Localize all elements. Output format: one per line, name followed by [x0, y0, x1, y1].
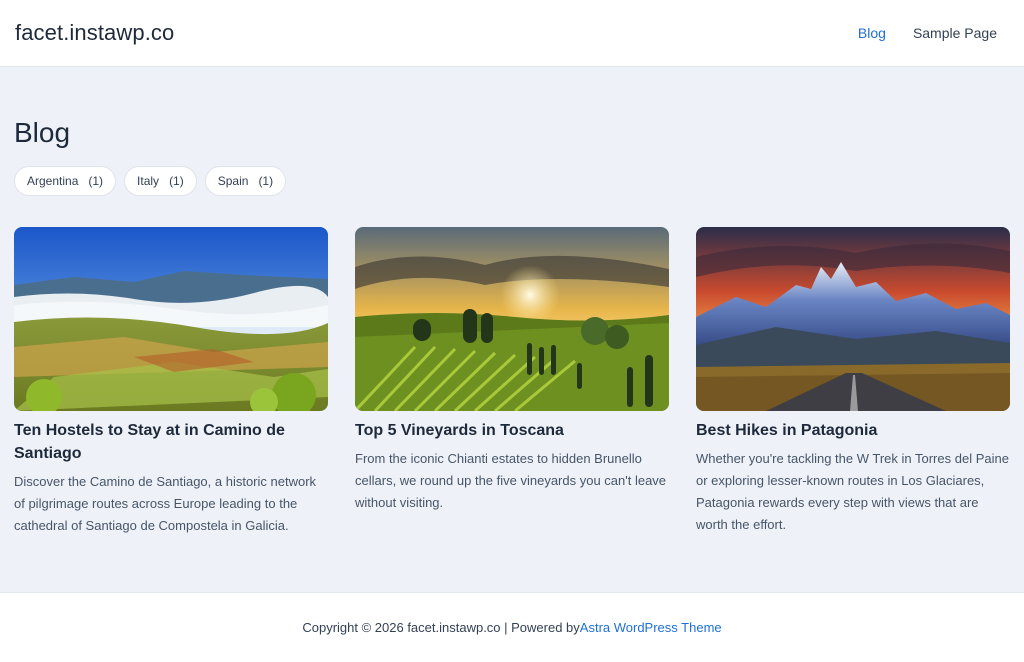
facet-italy[interactable]: Italy (1)	[124, 166, 197, 196]
post-excerpt: From the iconic Chianti estates to hidde…	[355, 451, 667, 510]
post-card: Top 5 Vineyards in Toscana From the icon…	[355, 227, 669, 537]
facet-count: (1)	[258, 174, 274, 188]
facet-argentina[interactable]: Argentina (1)	[14, 166, 117, 196]
post-thumbnail-patagonia[interactable]	[696, 227, 1010, 411]
post-card: Ten Hostels to Stay at in Camino de Sant…	[14, 227, 328, 537]
facet-label: Italy	[137, 174, 160, 188]
facet-filter-list: Argentina (1) Italy (1) Spain (1)	[14, 166, 1010, 196]
post-card: Best Hikes in Patagonia Whether you're t…	[696, 227, 1010, 537]
post-excerpt: Discover the Camino de Santiago, a histo…	[14, 474, 317, 533]
facet-label: Spain	[217, 174, 249, 188]
post-title[interactable]: Best Hikes in Patagonia	[696, 419, 1010, 442]
footer-theme-link[interactable]: Astra WordPress Theme	[580, 620, 722, 635]
post-excerpt: Whether you're tackling the W Trek in To…	[696, 451, 1009, 532]
site-title[interactable]: facet.instawp.co	[15, 20, 174, 46]
post-title[interactable]: Ten Hostels to Stay at in Camino de Sant…	[14, 419, 328, 465]
post-title[interactable]: Top 5 Vineyards in Toscana	[355, 419, 669, 442]
facet-spain[interactable]: Spain (1)	[204, 166, 287, 196]
facet-count: (1)	[88, 174, 104, 188]
nav-item-sample-page[interactable]: Sample Page	[913, 25, 997, 41]
site-header: facet.instawp.co Blog Sample Page	[0, 0, 1024, 67]
nav-item-blog[interactable]: Blog	[858, 25, 886, 41]
post-thumbnail-toscana[interactable]	[355, 227, 669, 411]
site-footer: Copyright © 2026 facet.instawp.co | Powe…	[0, 592, 1024, 662]
post-grid: Ten Hostels to Stay at in Camino de Sant…	[14, 227, 1010, 537]
main-nav: Blog Sample Page	[858, 25, 1009, 41]
facet-count: (1)	[169, 174, 184, 188]
post-thumbnail-camino[interactable]	[14, 227, 328, 411]
page-title: Blog	[14, 117, 71, 148]
main-content: Blog Argentina (1) Italy (1) Spain (1) T…	[0, 67, 1024, 592]
facet-label: Argentina	[27, 174, 79, 188]
footer-copyright: Copyright © 2026 facet.instawp.co | Powe…	[302, 620, 580, 635]
